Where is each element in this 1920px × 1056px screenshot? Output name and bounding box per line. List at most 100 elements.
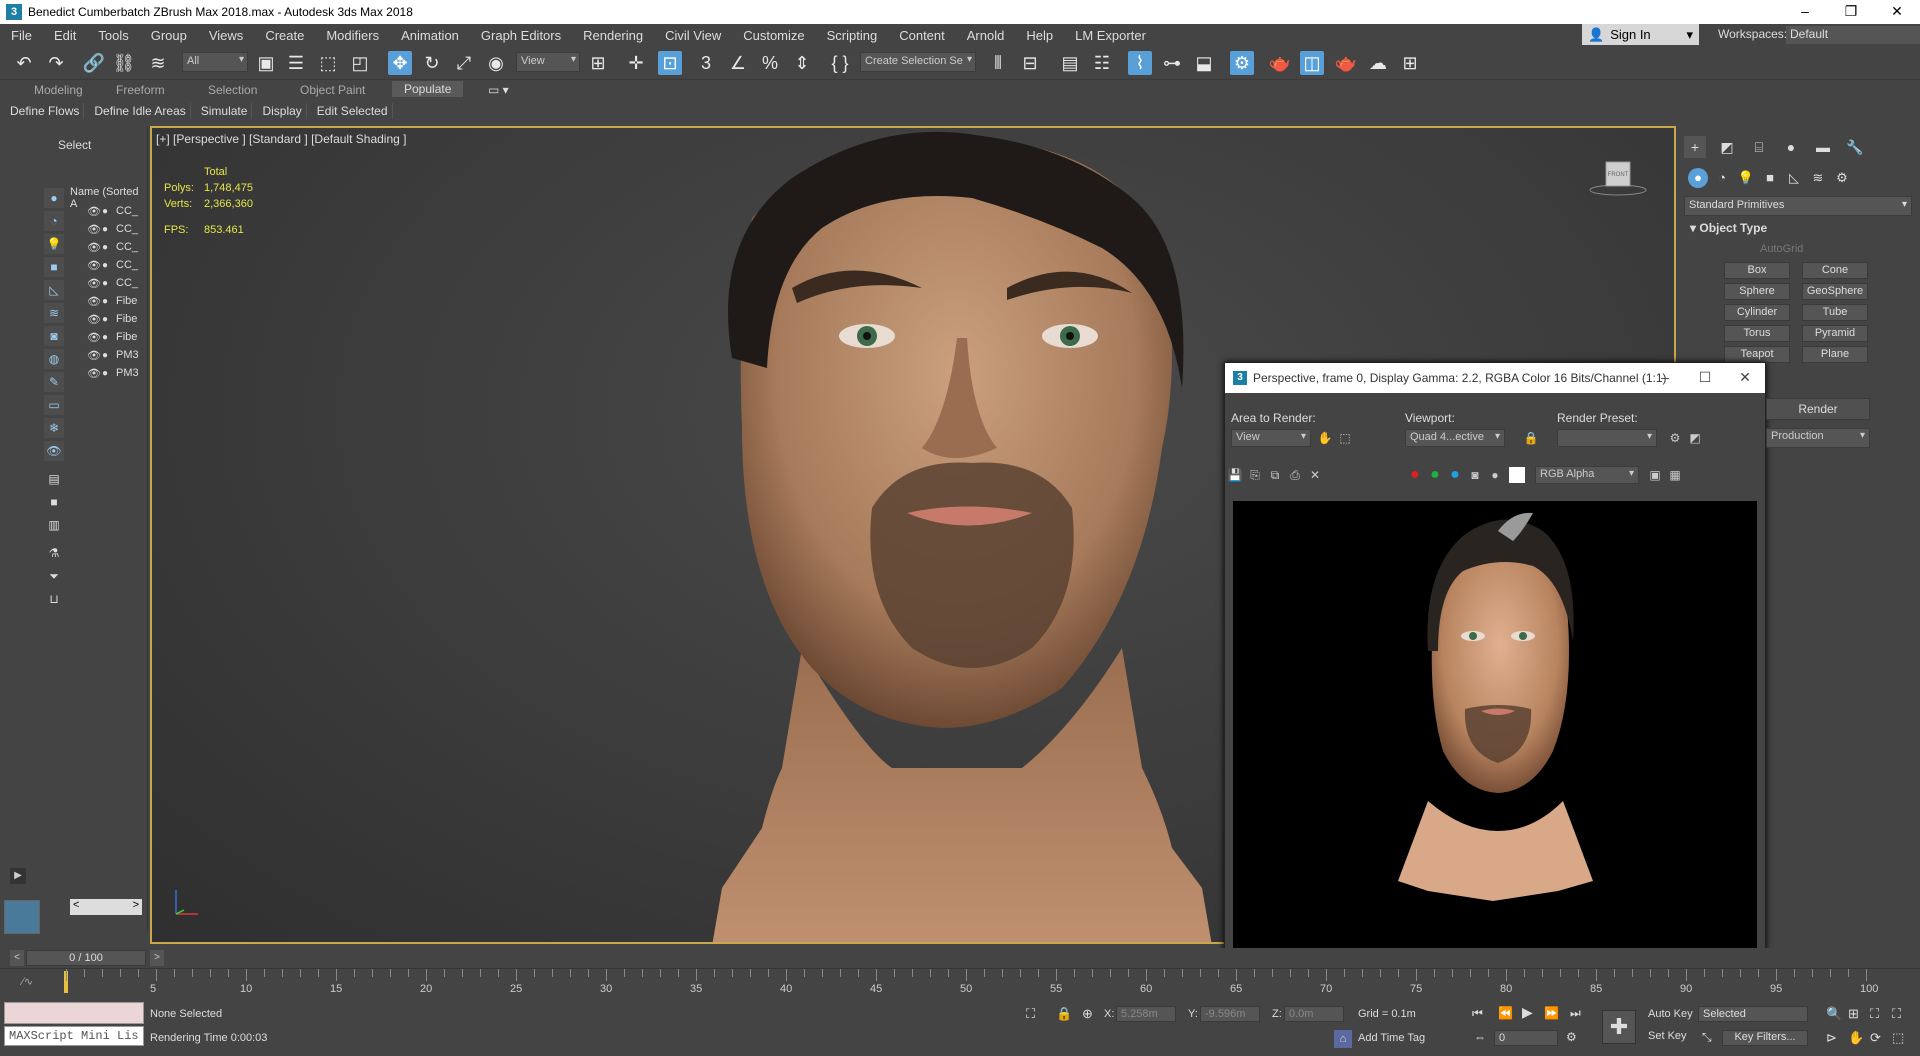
render-in-cloud-icon[interactable]: ☁ [1366,51,1390,75]
minimize-icon[interactable]: – [1782,0,1828,24]
render-toggle-icon[interactable]: ● [102,224,114,235]
menu-customize[interactable]: Customize [732,28,815,43]
shapes-icon[interactable]: ◔ [1712,168,1732,188]
next-key-icon[interactable]: ⏩ [1544,1006,1559,1020]
autogrid-checkbox[interactable]: AutoGrid [1760,243,1803,255]
spinner-snap-icon[interactable]: ⇕ [790,51,814,75]
eye-icon[interactable]: 👁 [86,241,102,254]
menu-help[interactable]: Help [1015,28,1064,43]
name-column-header[interactable]: Name (Sorted A [70,186,146,210]
pan-view-icon[interactable]: ✋ [1848,1030,1864,1046]
bind-space-warp-icon[interactable]: ≋ [146,51,170,75]
x-coordinate-field[interactable]: 5.258m [1116,1006,1176,1022]
list-item[interactable]: 👁 ● CC_ [70,274,146,292]
display-shapes-icon[interactable]: ◔ [44,211,64,231]
list-item[interactable]: 👁 ● PM3 [70,346,146,364]
box-button[interactable]: Box [1724,262,1790,279]
viewcube-icon[interactable]: FRONT [1588,158,1648,198]
frozen-icon[interactable]: ■ [44,492,64,512]
eye-icon[interactable]: 👁 [86,313,102,326]
list-item[interactable]: 👁 ● Fibe [70,292,146,310]
modify-tab-icon[interactable]: ◩ [1716,136,1738,158]
ribbon-options-icon[interactable]: ▭ ▾ [488,83,509,97]
hierarchy-icon[interactable]: ▥ [44,515,64,535]
render-iterative-icon[interactable]: 🫖 [1334,51,1358,75]
utilities-tab-icon[interactable]: 🔧 [1844,136,1866,158]
display-channel-dropdown[interactable]: RGB Alpha [1535,466,1639,484]
filter-lock-icon[interactable]: ⚗ [44,543,64,563]
display-groups-icon[interactable]: ◙ [44,326,64,346]
lights-icon[interactable]: 💡 [1736,168,1756,188]
render-preset-dropdown[interactable] [1557,429,1657,447]
object-type-rollout[interactable]: ▾ Object Type [1690,221,1767,235]
tab-object-paint[interactable]: Object Paint [300,83,365,97]
set-key-icon[interactable]: ✚ [1602,1010,1636,1044]
render-toggle-icon[interactable]: ● [102,332,114,343]
render-toggle-icon[interactable]: ● [102,260,114,271]
render-setup-icon[interactable]: ⚙ [1667,430,1683,446]
y-coordinate-field[interactable]: -9.596m [1200,1006,1260,1022]
menu-graph-editors[interactable]: Graph Editors [470,28,572,43]
create-tab-icon[interactable]: + [1684,136,1706,158]
absolute-mode-icon[interactable]: ⊕ [1082,1006,1093,1022]
tube-button[interactable]: Tube [1802,304,1868,321]
undo-icon[interactable]: ↶ [12,51,36,75]
rotate-icon[interactable]: ↻ [420,51,444,75]
helpers-icon[interactable]: ◺ [1784,168,1804,188]
eye-icon[interactable]: 👁 [86,295,102,308]
isolate-selection-icon[interactable]: ⛶ [1026,1006,1035,1022]
curve-editor-icon[interactable]: ⌇ [1128,51,1152,75]
tab-populate[interactable]: Populate [392,81,464,97]
zoom-all-icon[interactable]: ⊞ [1848,1006,1859,1022]
maxscript-listener-output[interactable] [4,1002,144,1024]
previous-frame-icon[interactable]: < [10,950,24,966]
display-particles-icon[interactable]: ❄ [44,418,64,438]
alpha-channel-icon[interactable]: ◙ [1467,467,1483,483]
swatch-icon[interactable] [1509,467,1525,483]
select-by-name-icon[interactable]: ☰ [284,51,308,75]
previous-key-icon[interactable]: ⏪ [1498,1006,1513,1020]
motion-tab-icon[interactable]: ● [1780,136,1802,158]
select-menu[interactable]: Select [58,138,91,152]
cone-button[interactable]: Cone [1802,262,1868,279]
selection-lock-icon[interactable]: 🔒 [1056,1006,1072,1022]
snaps-toggle-icon[interactable]: 3 [694,51,718,75]
open-autodesk-a360-gallery-icon[interactable]: ⊞ [1398,51,1422,75]
torus-button[interactable]: Torus [1724,325,1790,342]
tab-selection[interactable]: Selection [208,83,257,97]
tab-modeling[interactable]: Modeling [34,83,83,97]
select-manipulate-icon[interactable]: ✛ [624,51,648,75]
display-cameras-icon[interactable]: ■ [44,257,64,277]
window-crossing-icon[interactable]: ◰ [348,51,372,75]
list-item[interactable]: 👁 ● CC_ [70,202,146,220]
eye-icon[interactable]: 👁 [86,205,102,218]
menu-scripting[interactable]: Scripting [816,28,889,43]
restore-icon[interactable]: ❐ [1828,0,1874,24]
plane-button[interactable]: Plane [1802,346,1868,363]
geosphere-button[interactable]: GeoSphere [1802,283,1868,300]
rectangular-selection-icon[interactable]: ⬚ [316,51,340,75]
display-all-icon[interactable]: 👁 [44,441,64,461]
percent-snap-icon[interactable]: % [758,51,782,75]
unlink-icon[interactable]: ⛓ [112,51,136,75]
menu-create[interactable]: Create [254,28,315,43]
select-object-icon[interactable]: ▣ [254,51,278,75]
reference-coordinate-dropdown[interactable]: View [516,52,580,72]
default-in-out-tangents-icon[interactable]: ⤡ [1702,1030,1712,1045]
scroll-right-icon[interactable]: > [133,899,139,915]
blue-channel-icon[interactable]: ● [1447,467,1463,483]
find-icon[interactable]: ⊔ [44,589,64,609]
menu-rendering[interactable]: Rendering [572,28,654,43]
save-image-icon[interactable]: 💾 [1227,467,1243,483]
close-icon[interactable]: ✕ [1874,0,1920,24]
systems-icon[interactable]: ⚙ [1832,168,1852,188]
list-icon[interactable]: ▤ [44,469,64,489]
teapot-button[interactable]: Teapot [1724,346,1790,363]
close-icon[interactable]: ✕ [1725,363,1765,393]
maxscript-mini-listener[interactable]: MAXScript Mini Lis [4,1026,144,1046]
area-to-render-dropdown[interactable]: View [1231,429,1311,447]
set-key-button[interactable]: Set Key [1648,1030,1687,1042]
edit-named-selection-icon[interactable]: { } [828,51,852,75]
current-frame-field[interactable]: 0 [1494,1030,1558,1046]
workspaces-dropdown[interactable]: Default [1786,26,1920,44]
